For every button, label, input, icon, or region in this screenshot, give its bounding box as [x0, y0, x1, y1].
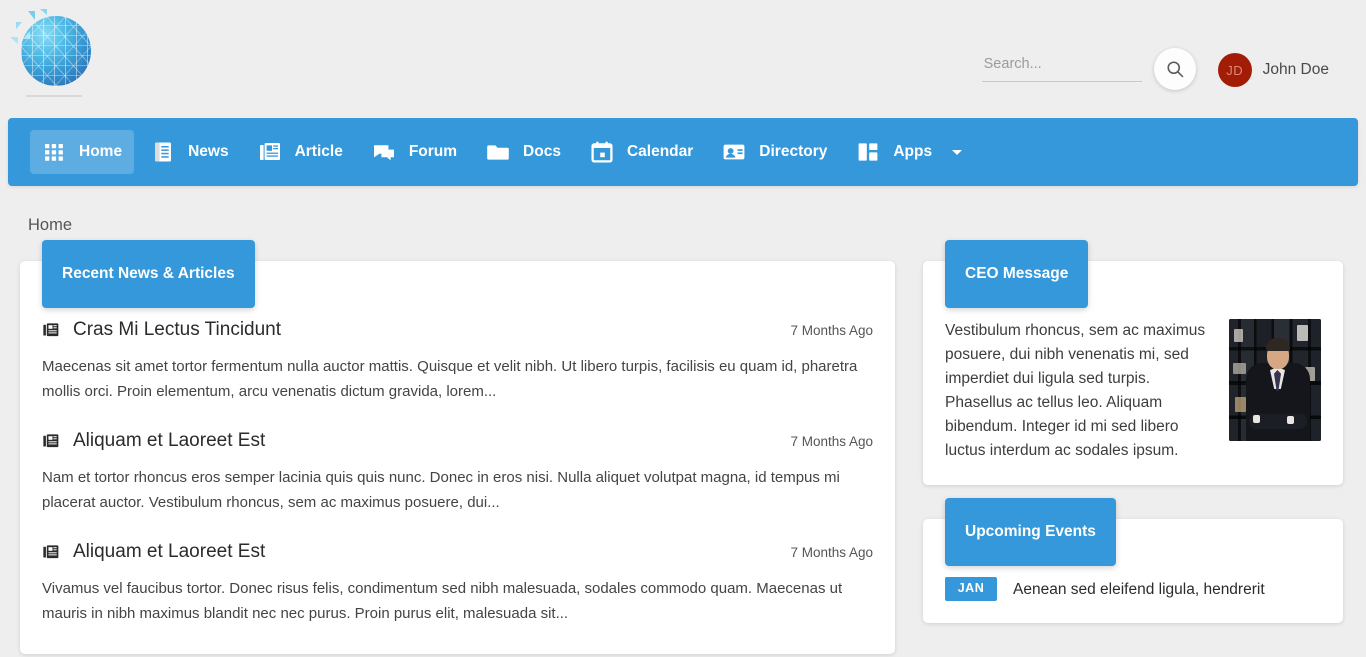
article-header: Aliquam et Laoreet Est 7 Months Ago: [42, 430, 873, 452]
newspaper-icon: [259, 143, 280, 160]
right-column: CEO Message Vestibulum rhoncus, sem ac m…: [923, 240, 1343, 623]
search-icon: [1167, 61, 1183, 78]
search-input[interactable]: [981, 52, 1142, 82]
article-excerpt: Maecenas sit amet tortor fermentum nulla…: [42, 358, 858, 400]
article-item: Cras Mi Lectus Tincidunt 7 Months Ago Ma…: [42, 319, 873, 404]
ceo-content: Vestibulum rhoncus, sem ac maximus posue…: [945, 319, 1321, 463]
upcoming-events-card: Upcoming Events JAN Aenean sed eleifend …: [923, 498, 1343, 623]
grid-icon: [45, 144, 63, 161]
logo-shard: [28, 11, 35, 20]
nav-label-forum: Forum: [408, 143, 458, 160]
breadcrumb: Home: [0, 186, 1366, 235]
calendar-icon: [591, 141, 613, 163]
globe-logo-icon: [21, 16, 91, 86]
newspaper-icon: [43, 323, 59, 337]
logo-shard: [16, 22, 22, 29]
article-date: 7 Months Ago: [790, 544, 873, 560]
newspaper-icon: [43, 434, 59, 448]
shelf-object: [1233, 363, 1246, 374]
article-title-wrap: Cras Mi Lectus Tincidunt: [42, 319, 281, 341]
ceo-portrait-image: [1229, 319, 1321, 441]
dashboard-icon: [858, 143, 878, 161]
event-date-badge: JAN: [945, 577, 997, 601]
nav-item-home[interactable]: Home: [30, 130, 135, 174]
nav-item-calendar[interactable]: Calendar: [578, 130, 705, 174]
event-month: JAN: [957, 581, 985, 595]
portrait-cuff: [1253, 415, 1260, 423]
avatar: JD: [1217, 53, 1252, 87]
event-item: JAN Aenean sed eleifend ligula, hendreri…: [945, 577, 1321, 601]
upcoming-events-title: Upcoming Events: [945, 498, 1116, 566]
recent-news-card: Recent News & Articles Cras Mi Lectus Ti…: [20, 240, 895, 654]
recent-news-title: Recent News & Articles: [42, 240, 255, 308]
article-title-wrap: Aliquam et Laoreet Est: [42, 430, 265, 452]
nav-item-news[interactable]: News: [139, 130, 241, 174]
nav-item-forum[interactable]: Forum: [360, 130, 469, 174]
article-header: Cras Mi Lectus Tincidunt 7 Months Ago: [42, 319, 873, 341]
top-bar-right: JD John Doe: [981, 44, 1329, 90]
breadcrumb-current[interactable]: Home: [28, 216, 72, 234]
nav-label-apps: Apps: [893, 143, 933, 160]
brand-logo[interactable]: [10, 9, 102, 101]
nav-item-apps[interactable]: Apps: [844, 130, 974, 174]
portrait-cuff: [1287, 416, 1294, 424]
logo-shard: [23, 31, 30, 39]
nav-item-directory[interactable]: Directory: [710, 130, 839, 174]
article-date: 7 Months Ago: [790, 322, 873, 338]
article-header: Aliquam et Laoreet Est 7 Months Ago: [42, 541, 873, 563]
document-icon: [155, 142, 172, 162]
article-item: Aliquam et Laoreet Est 7 Months Ago Viva…: [42, 541, 873, 626]
main-navigation: Home News Article Forum Docs Calendar Di…: [8, 118, 1358, 186]
shelf-object: [1234, 329, 1243, 342]
article-title[interactable]: Aliquam et Laoreet Est: [73, 541, 265, 563]
user-name: John Doe: [1262, 61, 1329, 78]
logo-shard: [40, 9, 47, 15]
article-excerpt: Nam et tortor rhoncus eros semper lacini…: [42, 469, 840, 511]
contact-card-icon: [723, 144, 745, 160]
search-button[interactable]: [1153, 48, 1196, 90]
left-column: Recent News & Articles Cras Mi Lectus Ti…: [20, 240, 895, 654]
logo-underline: [26, 95, 82, 97]
shelf-object: [1297, 325, 1308, 341]
nav-label-article: Article: [294, 143, 343, 160]
article-item: Aliquam et Laoreet Est 7 Months Ago Nam …: [42, 430, 873, 515]
article-title[interactable]: Cras Mi Lectus Tincidunt: [73, 319, 281, 341]
nav-label-home: Home: [79, 143, 123, 160]
article-date: 7 Months Ago: [790, 433, 873, 449]
top-bar: JD John Doe: [0, 0, 1366, 118]
nav-label-directory: Directory: [759, 143, 828, 160]
nav-label-calendar: Calendar: [626, 143, 694, 160]
article-title[interactable]: Aliquam et Laoreet Est: [73, 430, 265, 452]
chat-icon: [373, 145, 394, 161]
ceo-message-card: CEO Message Vestibulum rhoncus, sem ac m…: [923, 240, 1343, 485]
shelf-object: [1235, 397, 1246, 412]
nav-label-news: News: [188, 143, 229, 160]
folder-icon: [487, 145, 509, 160]
article-excerpt: Vivamus vel faucibus tortor. Donec risus…: [42, 580, 843, 622]
portrait-hair: [1266, 338, 1290, 351]
chevron-down-icon: [952, 149, 963, 155]
ceo-message-text: Vestibulum rhoncus, sem ac maximus posue…: [945, 322, 1206, 459]
event-title[interactable]: Aenean sed eleifend ligula, hendrerit: [1013, 577, 1265, 601]
user-menu[interactable]: JD John Doe: [1217, 53, 1329, 87]
nav-item-article[interactable]: Article: [246, 130, 355, 174]
page-content: Recent News & Articles Cras Mi Lectus Ti…: [0, 235, 1366, 654]
newspaper-icon: [43, 545, 59, 559]
nav-label-docs: Docs: [523, 143, 561, 160]
ceo-message-title: CEO Message: [945, 240, 1089, 308]
nav-item-docs[interactable]: Docs: [474, 130, 573, 174]
logo-shard: [10, 37, 18, 44]
article-title-wrap: Aliquam et Laoreet Est: [42, 541, 265, 563]
